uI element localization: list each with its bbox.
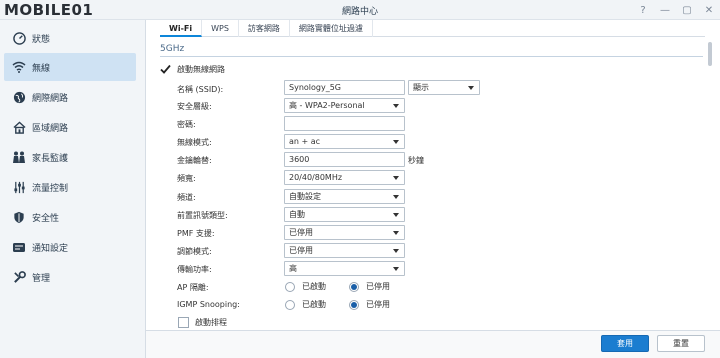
chevron-down-icon <box>393 103 399 108</box>
reset-button[interactable]: 重置 <box>657 335 705 352</box>
igmp-label: IGMP Snooping: <box>177 300 240 309</box>
modulation-label: 調節模式: <box>177 247 212 256</box>
sidebar-item-label: 通知設定 <box>32 243 69 254</box>
sidebar-item-label: 無線 <box>32 63 51 74</box>
sidebar-item-security[interactable]: 安全性 <box>4 203 136 231</box>
globe-icon <box>12 90 26 104</box>
sidebar-item-notification[interactable]: 通知設定 <box>4 233 136 261</box>
chevron-down-icon <box>393 266 399 271</box>
enable-wireless-checkbox[interactable] <box>160 64 171 75</box>
section-divider <box>160 56 703 57</box>
rotation-unit: 秒鐘 <box>408 156 424 165</box>
bandwidth-select[interactable]: 20/40/80MHz <box>284 170 405 185</box>
sidebar-item-admin[interactable]: 管理 <box>4 263 136 291</box>
schedule-checkbox[interactable] <box>178 317 189 328</box>
ssid-label: 名稱 (SSID): <box>177 85 224 94</box>
enable-wireless-row[interactable]: 啟動無線網路 <box>160 64 225 75</box>
preamble-select[interactable]: 自動 <box>284 207 405 222</box>
mode-select[interactable]: an + ac <box>284 134 405 149</box>
tab-mac-filter[interactable]: 網路實體位址過濾 <box>290 20 373 37</box>
chevron-down-icon <box>468 85 474 90</box>
window-title: 網路中心 <box>341 7 378 17</box>
mode-label: 無線模式: <box>177 138 212 147</box>
chevron-down-icon <box>393 194 399 199</box>
sidebar-item-parental[interactable]: 家長監護 <box>4 143 136 171</box>
wifi-icon <box>12 60 26 74</box>
pmf-select[interactable]: 已停用 <box>284 225 405 240</box>
sliders-icon <box>12 180 26 194</box>
tab-bar: Wi-Fi WPS 訪客網路 網路實體位址過濾 <box>160 20 705 37</box>
power-select[interactable]: 高 <box>284 261 405 276</box>
scrollbar-thumb[interactable] <box>708 42 712 66</box>
family-icon <box>12 150 26 164</box>
sidebar-item-internet[interactable]: 網際網路 <box>4 83 136 111</box>
status-icon <box>12 31 26 45</box>
password-input[interactable] <box>284 116 405 131</box>
igmp-enabled-radio[interactable]: 已啟動 <box>285 299 326 310</box>
preamble-label: 前置訊號類型: <box>177 211 228 220</box>
apply-button[interactable]: 套用 <box>601 335 649 352</box>
sidebar-item-label: 狀態 <box>32 34 51 45</box>
sidebar-item-lan[interactable]: 區域網路 <box>4 113 136 141</box>
sidebar-item-label: 安全性 <box>32 213 60 224</box>
maximize-button[interactable]: ▢ <box>680 3 694 17</box>
schedule-row[interactable]: 啟動排程 <box>178 317 227 328</box>
scrollbar[interactable] <box>706 38 713 328</box>
sidebar-item-wireless[interactable]: 無線 <box>4 53 136 81</box>
bandwidth-label: 頻寬: <box>177 174 196 183</box>
sidebar-item-status[interactable]: 狀態 <box>4 24 136 52</box>
channel-select[interactable]: 自動設定 <box>284 189 405 204</box>
sidebar-item-traffic[interactable]: 流量控制 <box>4 173 136 201</box>
tab-guest-network[interactable]: 訪客網路 <box>239 20 290 37</box>
chevron-down-icon <box>393 248 399 253</box>
power-label: 傳輸功率: <box>177 265 212 274</box>
sidebar-item-label: 家長監護 <box>32 153 69 164</box>
tab-wifi[interactable]: Wi-Fi <box>160 20 203 37</box>
rotation-label: 金鑰輪替: <box>177 156 212 165</box>
sidebar-item-label: 網際網路 <box>32 93 69 104</box>
wrench-icon <box>12 270 26 284</box>
section-title: 5GHz <box>160 44 185 54</box>
ssid-visibility-select[interactable]: 顯示 <box>408 80 480 95</box>
channel-label: 頻道: <box>177 193 196 202</box>
sidebar: 狀態 無線 網際網路 區域網路 家長監護 流量控制 安全性 通知設定 管理 <box>0 20 146 358</box>
chevron-down-icon <box>393 212 399 217</box>
rotation-input[interactable]: 3600 <box>284 152 405 167</box>
sidebar-item-label: 區域網路 <box>32 123 69 134</box>
close-button[interactable]: ✕ <box>702 3 716 17</box>
enable-wireless-label: 啟動無線網路 <box>177 65 225 74</box>
minimize-button[interactable]: — <box>658 3 672 17</box>
password-label: 密碼: <box>177 120 196 129</box>
notification-icon <box>12 240 26 254</box>
igmp-disabled-radio[interactable]: 已停用 <box>349 299 390 310</box>
ssid-input[interactable]: Synology_5G <box>284 80 405 95</box>
pmf-label: PMF 支援: <box>177 229 215 238</box>
ap-isolation-label: AP 隔離: <box>177 283 209 292</box>
help-button[interactable]: ? <box>636 3 650 17</box>
ap-isolation-disabled-radio[interactable]: 已停用 <box>349 281 390 292</box>
shield-icon <box>12 210 26 224</box>
chevron-down-icon <box>393 230 399 235</box>
ap-isolation-enabled-radio[interactable]: 已啟動 <box>285 281 326 292</box>
modulation-select[interactable]: 已停用 <box>284 243 405 258</box>
title-bar: MOBILE01 網路中心 ? — ▢ ✕ <box>0 0 720 20</box>
chevron-down-icon <box>393 175 399 180</box>
schedule-label: 啟動排程 <box>195 318 227 327</box>
tab-wps[interactable]: WPS <box>202 20 239 37</box>
sidebar-item-label: 流量控制 <box>32 183 69 194</box>
house-icon <box>12 120 26 134</box>
security-select[interactable]: 高 - WPA2-Personal <box>284 98 405 113</box>
chevron-down-icon <box>393 139 399 144</box>
sidebar-item-label: 管理 <box>32 273 51 284</box>
security-label: 安全層級: <box>177 102 212 111</box>
